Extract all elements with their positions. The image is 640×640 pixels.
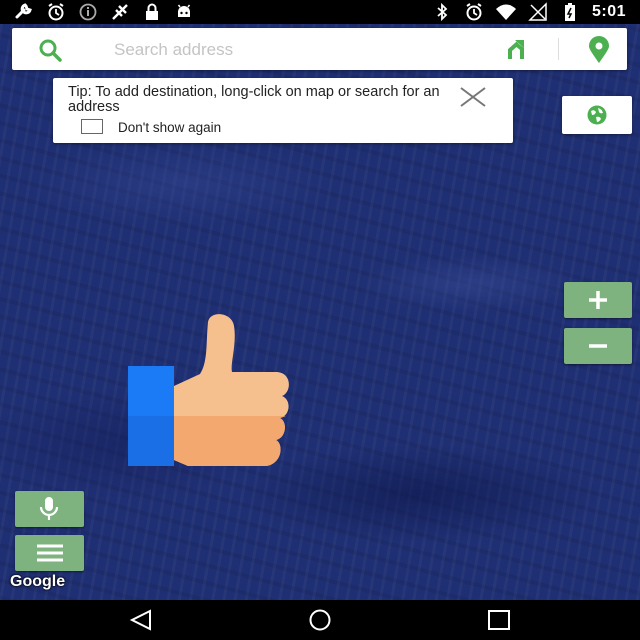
zoom-out-button[interactable]: [564, 328, 632, 364]
dont-show-again-label[interactable]: Don't show again: [118, 120, 221, 135]
gps-icon: [112, 4, 128, 20]
home-icon[interactable]: [306, 609, 334, 631]
microphone-icon: [39, 497, 59, 520]
signal-icon: [528, 2, 547, 21]
status-icons-right: 5:01: [432, 2, 626, 22]
wrench-icon: [15, 3, 32, 19]
bluetooth-icon: [437, 2, 448, 22]
menu-icon: [37, 544, 63, 562]
status-icons-left: [14, 2, 194, 22]
wifi-icon: [495, 4, 516, 20]
status-time: 5:01: [591, 3, 626, 20]
voice-search-button[interactable]: [15, 491, 84, 527]
location-pin-icon[interactable]: [586, 36, 612, 64]
dont-show-again-checkbox[interactable]: [81, 119, 103, 134]
tip-text: Tip: To add destination, long-click on m…: [68, 84, 440, 115]
navigation-bar: [0, 600, 640, 640]
alarm-icon: [466, 3, 482, 21]
route-icon[interactable]: [504, 37, 532, 63]
search-bar: [12, 28, 627, 70]
back-icon[interactable]: [128, 609, 154, 631]
battery-icon: [564, 3, 575, 21]
lock-icon: [146, 3, 158, 20]
minus-icon: [589, 344, 607, 348]
thumbs-up-icon: [128, 314, 289, 466]
status-bar: 5:01: [0, 0, 640, 24]
zoom-in-button[interactable]: [564, 282, 632, 318]
alarm-icon: [48, 3, 64, 21]
search-divider: [558, 38, 559, 60]
google-logo: Google: [10, 573, 66, 590]
map-type-button[interactable]: [562, 96, 632, 134]
search-icon[interactable]: [38, 38, 62, 62]
info-icon: [79, 3, 97, 21]
recent-apps-icon[interactable]: [486, 609, 512, 631]
android-icon: [177, 4, 191, 17]
close-icon[interactable]: [457, 86, 489, 108]
plus-icon: [589, 291, 607, 309]
menu-button[interactable]: [15, 535, 84, 571]
globe-icon: [587, 105, 607, 125]
search-input[interactable]: [112, 36, 486, 64]
tip-popup: Tip: To add destination, long-click on m…: [53, 78, 513, 143]
